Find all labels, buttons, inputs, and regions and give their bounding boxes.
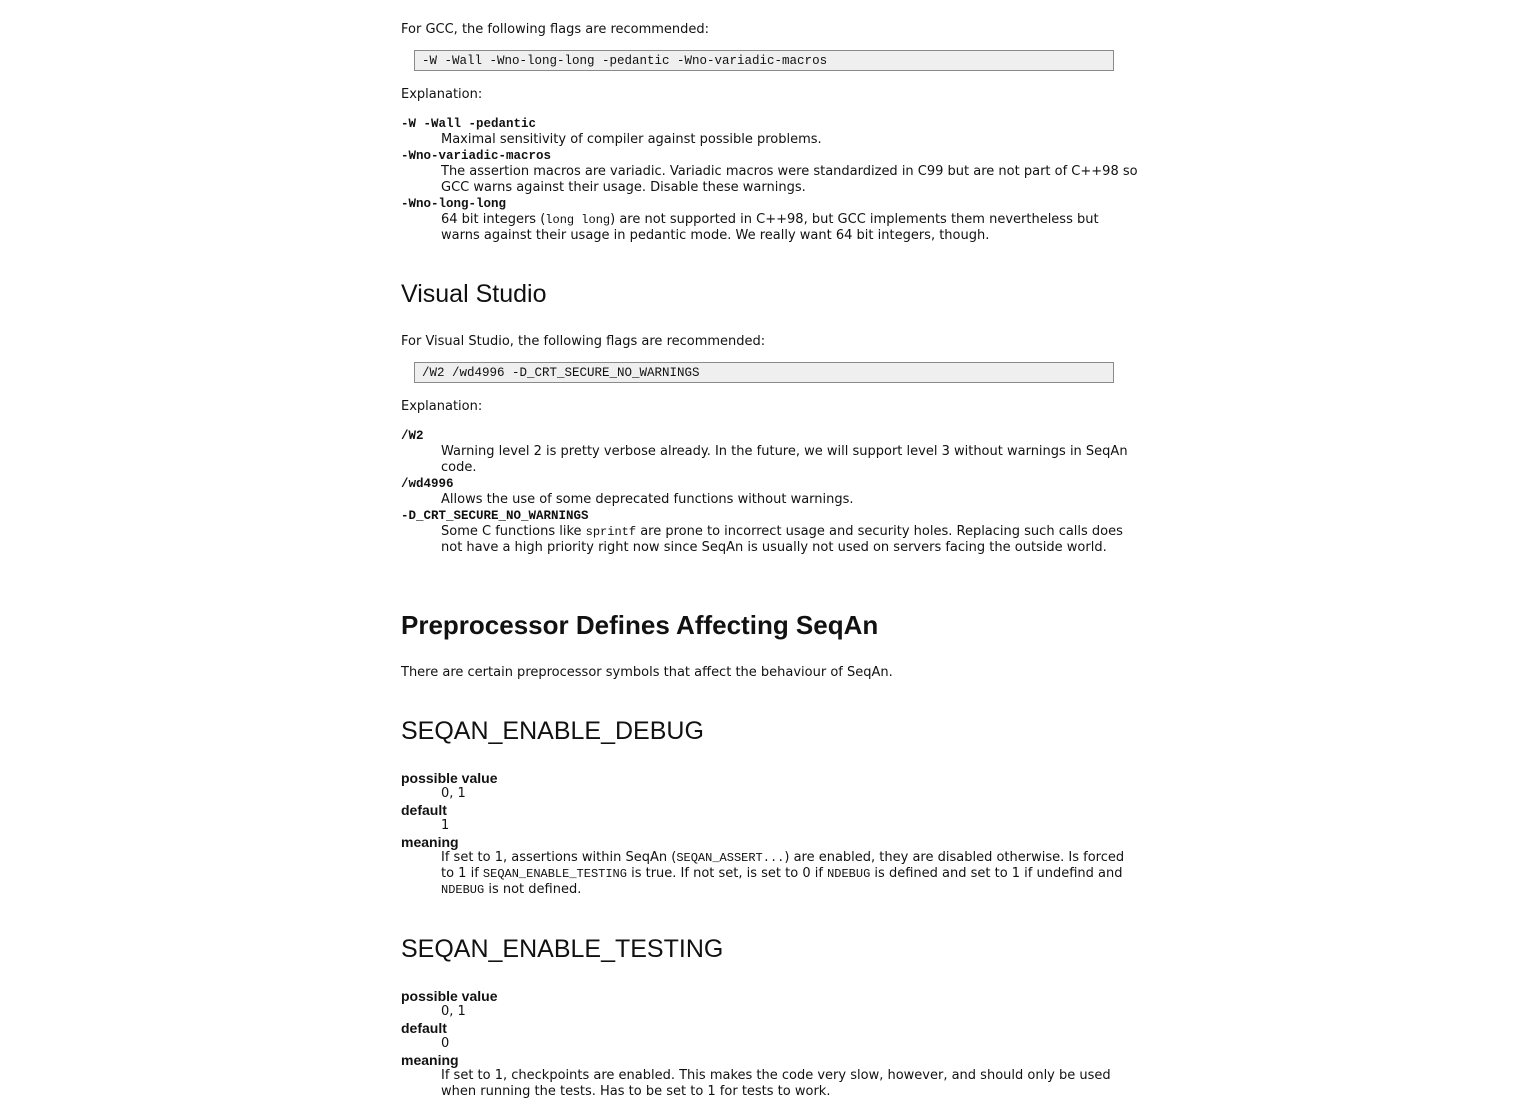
preproc-intro: There are certain preprocessor symbols t…	[401, 665, 893, 680]
gcc-term-long-long: -Wno-long-long	[401, 197, 507, 211]
inline-code: sprintf	[585, 525, 637, 539]
inline-code: NDEBUG	[441, 883, 485, 897]
testing-default-label: default	[401, 1020, 447, 1036]
vs-desc-wd4996: Allows the use of some deprecated functi…	[441, 492, 854, 507]
vs-term-crt: -D_CRT_SECURE_NO_WARNINGS	[401, 509, 589, 523]
gcc-desc-long-long: 64 bit integers (long long) are not supp…	[441, 212, 1099, 243]
testing-meaning-text: If set to 1, checkpoints are enabled. Th…	[441, 1068, 1111, 1099]
debug-default-value: 1	[441, 818, 450, 833]
vs-intro: For Visual Studio, the following flags a…	[401, 334, 766, 349]
testing-heading: SEQAN_ENABLE_TESTING	[401, 935, 724, 963]
gcc-flags-code: -W -Wall -Wno-long-long -pedantic -Wno-v…	[414, 50, 1114, 71]
gcc-intro: For GCC, the following flags are recomme…	[401, 22, 710, 37]
vs-desc-w2: Warning level 2 is pretty verbose alread…	[441, 444, 1128, 475]
testing-possible-value: 0, 1	[441, 1004, 466, 1019]
vs-heading: Visual Studio	[401, 280, 547, 308]
vs-flags-code: /W2 /wd4996 -D_CRT_SECURE_NO_WARNINGS	[414, 362, 1114, 383]
testing-default-value: 0	[441, 1036, 450, 1051]
preproc-heading: Preprocessor Defines Affecting SeqAn	[401, 610, 879, 640]
inline-code: NDEBUG	[827, 867, 871, 881]
debug-possible-value: 0, 1	[441, 786, 466, 801]
gcc-desc-variadic: The assertion macros are variadic. Varia…	[441, 164, 1138, 195]
debug-meaning-text: If set to 1, assertions within SeqAn (SE…	[441, 850, 1125, 897]
vs-explanation-label: Explanation:	[401, 399, 483, 414]
debug-possible-label: possible value	[401, 770, 498, 786]
debug-meaning-label: meaning	[401, 834, 459, 850]
vs-flag-list: /W2 Warning level 2 is pretty verbose al…	[401, 428, 1141, 556]
testing-definition-list: possible value 0, 1 default 0 meaning If…	[401, 988, 1141, 1100]
gcc-flag-list: -W -Wall -pedantic Maximal sensitivity o…	[401, 116, 1141, 244]
debug-default-label: default	[401, 802, 447, 818]
gcc-desc-wall: Maximal sensitivity of compiler against …	[441, 132, 822, 147]
inline-code: long long	[545, 213, 611, 227]
vs-term-w2: /W2	[401, 429, 424, 443]
vs-term-wd4996: /wd4996	[401, 477, 454, 491]
gcc-term-wall: -W -Wall -pedantic	[401, 117, 537, 131]
gcc-explanation-label: Explanation:	[401, 87, 483, 102]
debug-definition-list: possible value 0, 1 default 1 meaning If…	[401, 770, 1141, 898]
inline-code: SEQAN_ENABLE_TESTING	[482, 867, 627, 881]
debug-heading: SEQAN_ENABLE_DEBUG	[401, 717, 704, 745]
inline-code: SEQAN_ASSERT...	[676, 851, 785, 865]
vs-desc-crt: Some C functions like sprintf are prone …	[441, 524, 1123, 555]
gcc-term-variadic: -Wno-variadic-macros	[401, 149, 552, 163]
testing-possible-label: possible value	[401, 988, 498, 1004]
testing-meaning-label: meaning	[401, 1052, 459, 1068]
